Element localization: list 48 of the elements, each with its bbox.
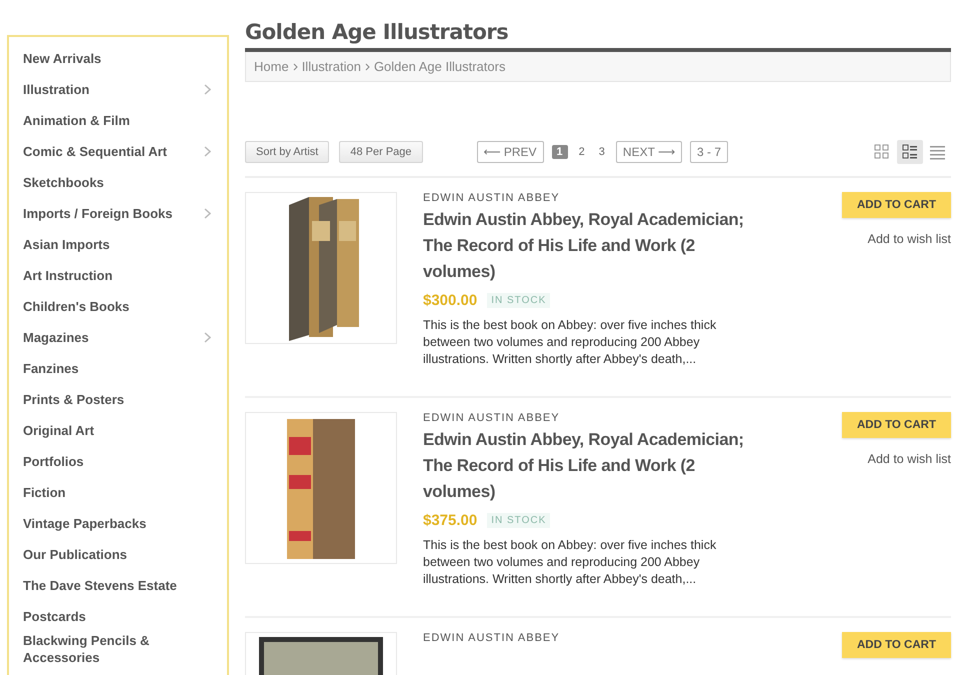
category-link[interactable]: Vintage Paperbacks	[23, 508, 227, 539]
add-to-cart-button[interactable]: ADD TO CART	[842, 192, 951, 218]
product-description: This is the best book on Abbey: over five inches thick between two volumes and reproducing 200 Abbey illustrations. Written shortly after Abbey's death,...	[423, 537, 718, 588]
stock-label: IN STOCK	[487, 513, 550, 528]
chevron-icon	[364, 62, 370, 70]
next-button[interactable]: NEXT ⟶	[616, 141, 682, 163]
category-link[interactable]: Fiction	[23, 477, 227, 508]
product-title[interactable]: Edwin Austin Abbey, Royal Academician; The Record of His Life and Work (2 volumes)	[423, 427, 753, 505]
category-link[interactable]: New Arrivals	[23, 43, 227, 74]
category-link[interactable]: Imports / Foreign Books	[23, 198, 227, 229]
product-author: EDWIN AUSTIN ABBEY	[423, 632, 561, 644]
product-author: EDWIN AUSTIN ABBEY	[423, 192, 561, 204]
sort-dropdown[interactable]: Sort by Artist	[245, 141, 330, 163]
category-link[interactable]: Children's Books	[23, 291, 227, 322]
wishlist-link[interactable]: Add to wish list	[868, 452, 951, 466]
page-number[interactable]: 3	[596, 146, 608, 158]
category-link[interactable]: The Dave Stevens Estate	[23, 570, 227, 601]
wishlist-link[interactable]: Add to wish list	[868, 232, 951, 246]
product-title[interactable]: Edwin Austin Abbey, Royal Academician; The Record of His Life and Work (2 volumes)	[423, 207, 753, 285]
per-page-dropdown[interactable]: 48 Per Page	[339, 141, 423, 163]
category-link[interactable]: Magazines	[23, 322, 227, 353]
product-price: $375.00	[423, 512, 478, 529]
category-link[interactable]: Comic & Sequential Art	[23, 136, 227, 167]
prev-button[interactable]: ⟵ PREV	[476, 141, 544, 163]
page-title: Golden Age Illustrators	[245, 20, 510, 46]
product-price: $300.00	[423, 292, 478, 309]
chevron-icon	[292, 62, 298, 70]
category-link[interactable]: Our Publications	[23, 539, 227, 570]
category-link[interactable]: Asian Imports	[23, 229, 227, 260]
category-link[interactable]: Art Instruction	[23, 260, 227, 291]
detail-view-icon[interactable]	[897, 140, 923, 164]
add-to-cart-button[interactable]: ADD TO CART	[842, 632, 951, 658]
category-link[interactable]: Fanzines	[23, 353, 227, 384]
category-link[interactable]: Sketchbooks	[23, 167, 227, 198]
category-link[interactable]: Original Art	[23, 415, 227, 446]
product-description: This is the best book on Abbey: over five inches thick between two volumes and reproducing 200 Abbey illustrations. Written shortly after Abbey's death,...	[423, 317, 718, 368]
category-link[interactable]: Prints & Posters	[23, 384, 227, 415]
page-number[interactable]: 2	[576, 146, 588, 158]
category-link[interactable]: Postcards	[23, 601, 227, 632]
category-link[interactable]: Animation & Film	[23, 105, 227, 136]
page-number[interactable]: 1	[552, 145, 568, 159]
stock-label: IN STOCK	[487, 293, 550, 308]
category-link[interactable]: Illustration	[23, 74, 227, 105]
category-link[interactable]: Blackwing Pencils & Accessories	[23, 632, 227, 666]
category-link[interactable]: Portfolios	[23, 446, 227, 477]
page-range-button[interactable]: 3 - 7	[690, 141, 728, 163]
add-to-cart-button[interactable]: ADD TO CART	[842, 412, 951, 438]
product-author: EDWIN AUSTIN ABBEY	[423, 412, 561, 424]
